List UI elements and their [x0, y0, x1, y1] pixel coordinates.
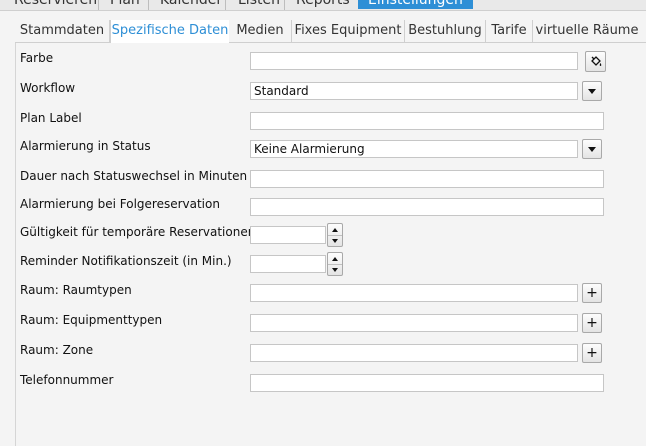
dauer-label: Dauer nach Statuswechsel in Minuten	[20, 169, 248, 183]
chevron-down-icon	[588, 146, 596, 152]
menu-item-kalender[interactable]: Kalender	[160, 0, 222, 9]
tab-virtuelle-raeume[interactable]: virtuelle Räume	[533, 20, 641, 42]
telefon-field[interactable]	[250, 374, 604, 392]
plus-icon: +	[586, 345, 598, 361]
raumtypen-label: Raum: Raumtypen	[20, 283, 132, 297]
menu-item-reservieren[interactable]: Reservieren	[14, 0, 97, 9]
tab-strip: Stammdaten Spezifische Daten Medien Fixe…	[15, 20, 646, 43]
gueltigkeit-spinner[interactable]	[327, 223, 343, 247]
reminder-field[interactable]	[250, 255, 326, 273]
plan-label-field[interactable]	[250, 112, 604, 130]
menu-item-listen[interactable]: Listen	[238, 0, 280, 9]
tab-medien[interactable]: Medien	[229, 20, 292, 42]
menu-separator	[284, 0, 285, 10]
farbe-field[interactable]	[250, 52, 578, 70]
alarmierung-status-select[interactable]: Keine Alarmierung	[250, 140, 578, 158]
spinner-down-icon[interactable]	[328, 235, 342, 246]
spinner-down-icon[interactable]	[328, 264, 342, 275]
menu-item-plan[interactable]: Plan	[110, 0, 140, 9]
telefon-label: Telefonnummer	[20, 373, 114, 387]
workflow-select[interactable]: Standard	[250, 82, 578, 100]
plus-icon: +	[586, 315, 598, 331]
menu-separator	[225, 0, 226, 10]
dauer-field[interactable]	[250, 170, 604, 188]
menu-separator	[148, 0, 149, 10]
alarmierung-status-dropdown-button[interactable]	[582, 139, 602, 159]
zone-field[interactable]	[250, 344, 578, 362]
zone-label: Raum: Zone	[20, 343, 94, 357]
alarmierung-status-label: Alarmierung in Status	[20, 139, 151, 153]
raumtypen-add-button[interactable]: +	[582, 283, 602, 303]
reminder-spinner[interactable]	[327, 252, 343, 276]
menu-item-einstellungen[interactable]: Einstellungen	[358, 0, 473, 9]
gueltigkeit-label: Gültigkeit für temporäre Reservationen	[20, 225, 256, 239]
tab-spezifische-daten[interactable]: Spezifische Daten	[110, 20, 230, 43]
menu-item-reports[interactable]: Reports	[296, 0, 350, 9]
farbe-label: Farbe	[20, 51, 54, 65]
raumtypen-field[interactable]	[250, 284, 578, 302]
gueltigkeit-field[interactable]	[250, 226, 326, 244]
color-picker-button[interactable]	[585, 51, 606, 72]
equipmenttypen-add-button[interactable]: +	[582, 313, 602, 333]
menu-separator	[98, 0, 99, 10]
workflow-label: Workflow	[20, 81, 76, 95]
reminder-label: Reminder Notifikationszeit (in Min.)	[20, 254, 232, 268]
chevron-down-icon	[588, 88, 596, 94]
tab-fixes-equipment[interactable]: Fixes Equipment	[292, 20, 405, 42]
plan-label-label: Plan Label	[20, 111, 82, 125]
tab-stammdaten[interactable]: Stammdaten	[15, 20, 110, 42]
workflow-dropdown-button[interactable]	[582, 81, 602, 101]
equipmenttypen-label: Raum: Equipmenttypen	[20, 313, 163, 327]
main-menu-bar: Reservieren Plan Kalender Listen Reports…	[0, 0, 646, 11]
equipmenttypen-field[interactable]	[250, 314, 578, 332]
folgereservation-label: Alarmierung bei Folgereservation	[20, 197, 220, 211]
folgereservation-field[interactable]	[250, 198, 604, 216]
zone-add-button[interactable]: +	[582, 343, 602, 363]
tab-tarife[interactable]: Tarife	[486, 20, 533, 42]
tab-bestuhlung[interactable]: Bestuhlung	[405, 20, 486, 42]
plus-icon: +	[586, 285, 598, 301]
paint-bucket-icon	[590, 55, 601, 66]
